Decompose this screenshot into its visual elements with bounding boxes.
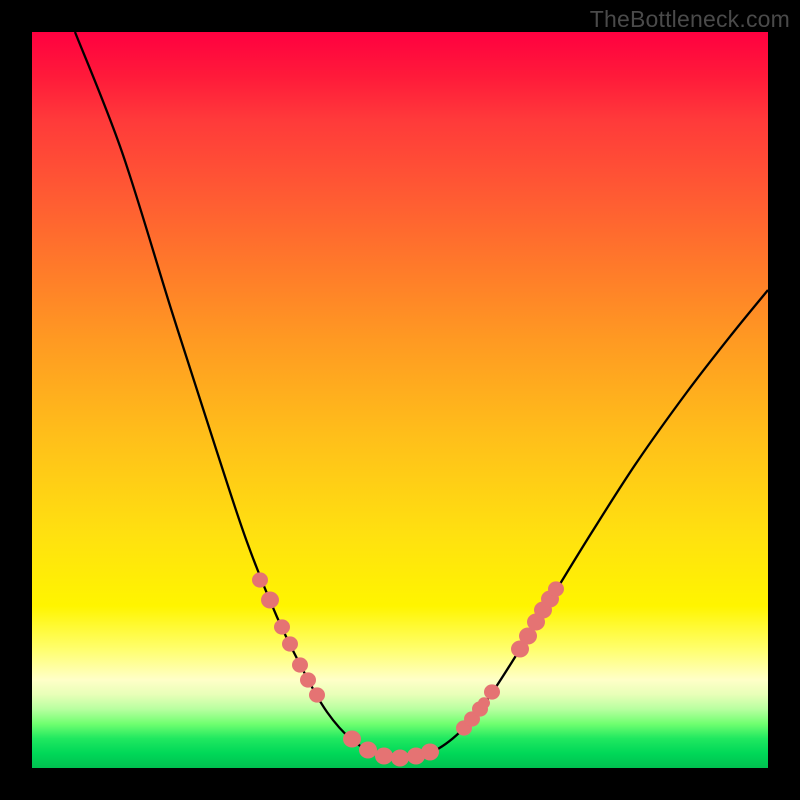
bead-dot <box>343 730 361 747</box>
bead-dot <box>261 591 279 608</box>
bead-dot <box>359 741 377 758</box>
watermark-label: TheBottleneck.com <box>590 6 790 33</box>
bead-dot <box>391 749 409 766</box>
bead-dot <box>282 636 298 651</box>
bead-dot <box>274 619 290 634</box>
bead-dot <box>548 581 564 596</box>
bead-dot <box>421 743 439 760</box>
curve-svg <box>32 32 768 768</box>
bead-dot <box>300 672 316 687</box>
bead-dot <box>478 697 490 708</box>
bead-dot <box>252 572 268 587</box>
chart-frame: TheBottleneck.com <box>0 0 800 800</box>
bead-dot <box>292 657 308 672</box>
bottleneck-curve <box>75 32 768 758</box>
bead-dot <box>309 687 325 702</box>
plot-area <box>32 32 768 768</box>
bead-dot <box>484 684 500 699</box>
bead-group <box>252 572 564 766</box>
bead-dot <box>375 747 393 764</box>
